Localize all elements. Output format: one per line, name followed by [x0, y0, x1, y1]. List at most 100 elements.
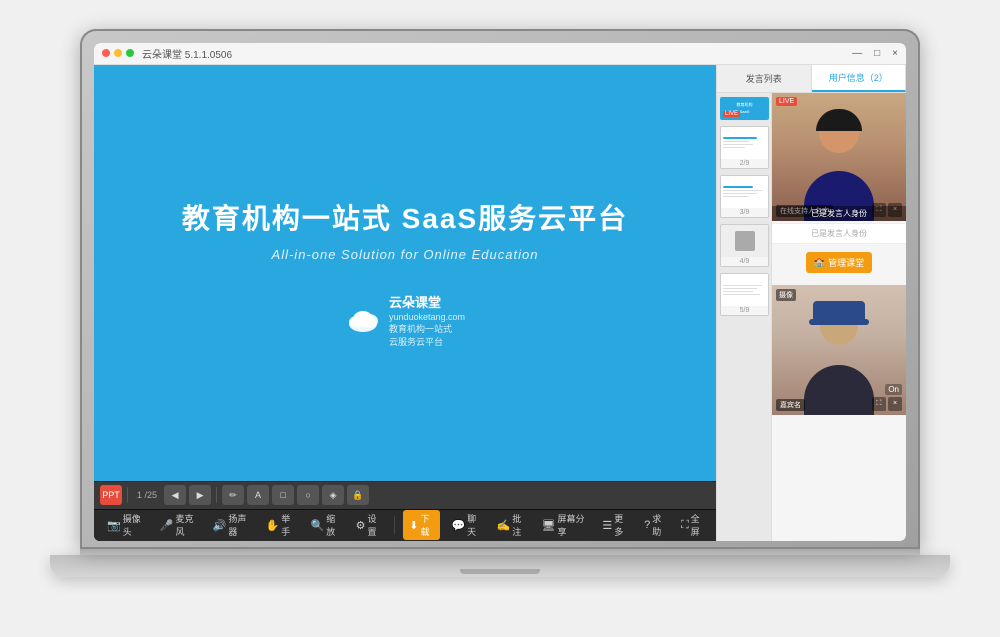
video-feed-presenter: LIVE 在线支持人名字 ⛶ × 已是发言人身份 — [772, 93, 906, 223]
logo-site: yunduoketang.com — [389, 311, 465, 324]
mic-icon: 🎤 — [160, 519, 174, 532]
person2-hat-brim — [809, 319, 869, 325]
settings-label: 设置 — [367, 512, 381, 538]
page-info: 1 /25 — [133, 490, 161, 500]
logo-name: 云朵课堂 — [389, 292, 465, 311]
slide-area: 教育机构一站式 SaaS服务云平台 All-in-one Solution fo… — [94, 65, 716, 481]
text-tool-button[interactable]: A — [247, 485, 269, 505]
slide-thumb-3[interactable]: 3/9 — [720, 175, 769, 218]
titlebar-right-buttons: — □ × — [852, 48, 898, 59]
help-icon: ? — [644, 519, 650, 531]
laptop-screen: 云朵课堂 5.1.1.0506 — □ × 教育机构一站式 SaaS服务云平台 — [80, 29, 920, 549]
slide-subheadline: All-in-one Solution for Online Education — [272, 247, 539, 262]
help-button[interactable]: ? 求助 — [639, 510, 670, 540]
camera-icon: 📷 — [107, 519, 121, 532]
on-label: On — [885, 384, 902, 395]
logo-tagline-2: 云服务云平台 — [389, 336, 465, 349]
zoom-button[interactable]: 🔍 缩放 — [306, 510, 345, 540]
help-label: 求助 — [652, 512, 665, 538]
fullscreen-icon: ⛶ — [681, 519, 689, 532]
chat-button[interactable]: 💬 聊天 — [446, 510, 485, 540]
maximize-dot[interactable] — [126, 49, 134, 57]
pen-tool-button[interactable]: ✏ — [222, 485, 244, 505]
participant-status: 摄像 — [776, 289, 796, 301]
app-titlebar: 云朵课堂 5.1.1.0506 — □ × — [94, 43, 906, 65]
participant-name: 嘉宾名 — [776, 399, 805, 411]
circle-tool-button[interactable]: ○ — [297, 485, 319, 505]
more-icon: ☰ — [602, 519, 612, 532]
camera-label: 摄像头 — [123, 512, 144, 538]
manage-class-button[interactable]: 🏫 管理课堂 — [806, 252, 872, 273]
titlebar-controls — [102, 49, 134, 57]
settings-button[interactable]: ⚙ 设置 — [351, 510, 387, 540]
minimize-dot[interactable] — [114, 49, 122, 57]
cloud-logo-icon — [345, 306, 381, 334]
slide-headline: 教育机构一站式 SaaS服务云平台 — [182, 197, 628, 237]
more-button[interactable]: ☰ 更多 — [597, 510, 633, 540]
slide-thumb-5[interactable]: 5/9 — [720, 273, 769, 316]
slide-thumbnails[interactable]: 教育机构 SaaS LIVE 1/9 — [717, 93, 772, 541]
download-label: 下载 — [420, 512, 434, 538]
video-feeds: LIVE 在线支持人名字 ⛶ × 已是发言人身份 — [772, 93, 906, 541]
slide-thumb-2[interactable]: 2/9 — [720, 126, 769, 169]
app-title: 云朵课堂 5.1.1.0506 — [142, 46, 232, 61]
minimize-button[interactable]: — — [852, 48, 862, 59]
rect-tool-button[interactable]: □ — [272, 485, 294, 505]
download-button[interactable]: ⬇ 下载 — [403, 510, 440, 540]
tab-speaker-list[interactable]: 发言列表 — [717, 65, 812, 92]
panel-mid-area: 已是发言人身份 — [772, 223, 906, 244]
thumb-num-1: 1/9 — [721, 119, 768, 120]
person2-body — [804, 365, 874, 415]
panel-body: 教育机构 SaaS LIVE 1/9 — [717, 93, 906, 541]
right-panel: 发言列表 用户信息（2） — [716, 65, 906, 541]
logo-tagline-1: 教育机构一站式 — [389, 323, 465, 336]
raise-hand-button[interactable]: ✋ 举手 — [260, 510, 299, 540]
tab-user-info[interactable]: 用户信息（2） — [812, 65, 907, 92]
close-dot[interactable] — [102, 49, 110, 57]
screen-share-button[interactable]: 🖥 屏幕分享 — [537, 510, 592, 540]
presenter-label: 已是发言人身份 — [772, 206, 906, 221]
close-button[interactable]: × — [892, 48, 898, 59]
presenter-video — [772, 93, 906, 221]
settings-icon: ⚙ — [356, 519, 366, 532]
mic-label: 麦克风 — [176, 512, 197, 538]
slide-logo: 云朵课堂 yunduoketang.com 教育机构一站式 云服务云平台 — [345, 292, 465, 349]
eraser-tool-button[interactable]: ◈ — [322, 485, 344, 505]
next-slide-button[interactable]: ▶ — [189, 485, 211, 505]
download-icon: ⬇ — [409, 519, 418, 532]
notes-icon: ✍ — [497, 519, 511, 532]
toolbar-right: ? 求助 ⛶ 全屏 — [639, 510, 708, 540]
slide-thumb-4[interactable]: 4/9 — [720, 224, 769, 267]
panel-tabs: 发言列表 用户信息（2） — [717, 65, 906, 93]
video-feed-participant: 摄像 嘉宾名 ⛶ × On — [772, 285, 906, 415]
thumb-num-5: 5/9 — [721, 306, 768, 315]
speaker-icon: 🔊 — [213, 519, 227, 532]
thumb-num-3: 3/9 — [721, 208, 768, 217]
more-label: 更多 — [614, 512, 628, 538]
speaker-button[interactable]: 🔊 扬声器 — [208, 510, 255, 540]
presenter-message: 已是发言人身份 — [811, 229, 867, 238]
chat-icon: 💬 — [451, 519, 465, 532]
prev-slide-button[interactable]: ◀ — [164, 485, 186, 505]
camera-button[interactable]: 📷 摄像头 — [102, 510, 149, 540]
slide-thumb-1[interactable]: 教育机构 SaaS LIVE 1/9 — [720, 97, 769, 120]
chat-label: 聊天 — [467, 512, 480, 538]
toolbar-separator-2 — [216, 487, 217, 503]
lock-button[interactable]: 🔒 — [347, 485, 369, 505]
maximize-button[interactable]: □ — [874, 48, 880, 59]
screen-share-icon: 🖥 — [542, 519, 556, 532]
mic-button[interactable]: 🎤 麦克风 — [155, 510, 202, 540]
app-window: 云朵课堂 5.1.1.0506 — □ × 教育机构一站式 SaaS服务云平台 — [94, 43, 906, 541]
notes-button[interactable]: ✍ 批注 — [492, 510, 531, 540]
laptop-notch — [460, 569, 540, 574]
fullscreen-button[interactable]: ⛶ 全屏 — [676, 510, 708, 540]
app-body: 教育机构一站式 SaaS服务云平台 All-in-one Solution fo… — [94, 65, 906, 541]
ppt-button[interactable]: PPT — [100, 485, 122, 505]
laptop-base — [50, 555, 950, 577]
speaker-label: 扬声器 — [228, 512, 249, 538]
participant-ctrl-1[interactable]: ⛶ — [872, 397, 886, 411]
participant-ctrl-2[interactable]: × — [888, 397, 902, 411]
person1-hair — [816, 109, 862, 131]
drawing-toolbar: PPT 1 /25 ◀ ▶ ✏ A □ ○ ◈ 🔒 — [94, 481, 716, 509]
manage-icon: 🏫 — [814, 257, 825, 268]
